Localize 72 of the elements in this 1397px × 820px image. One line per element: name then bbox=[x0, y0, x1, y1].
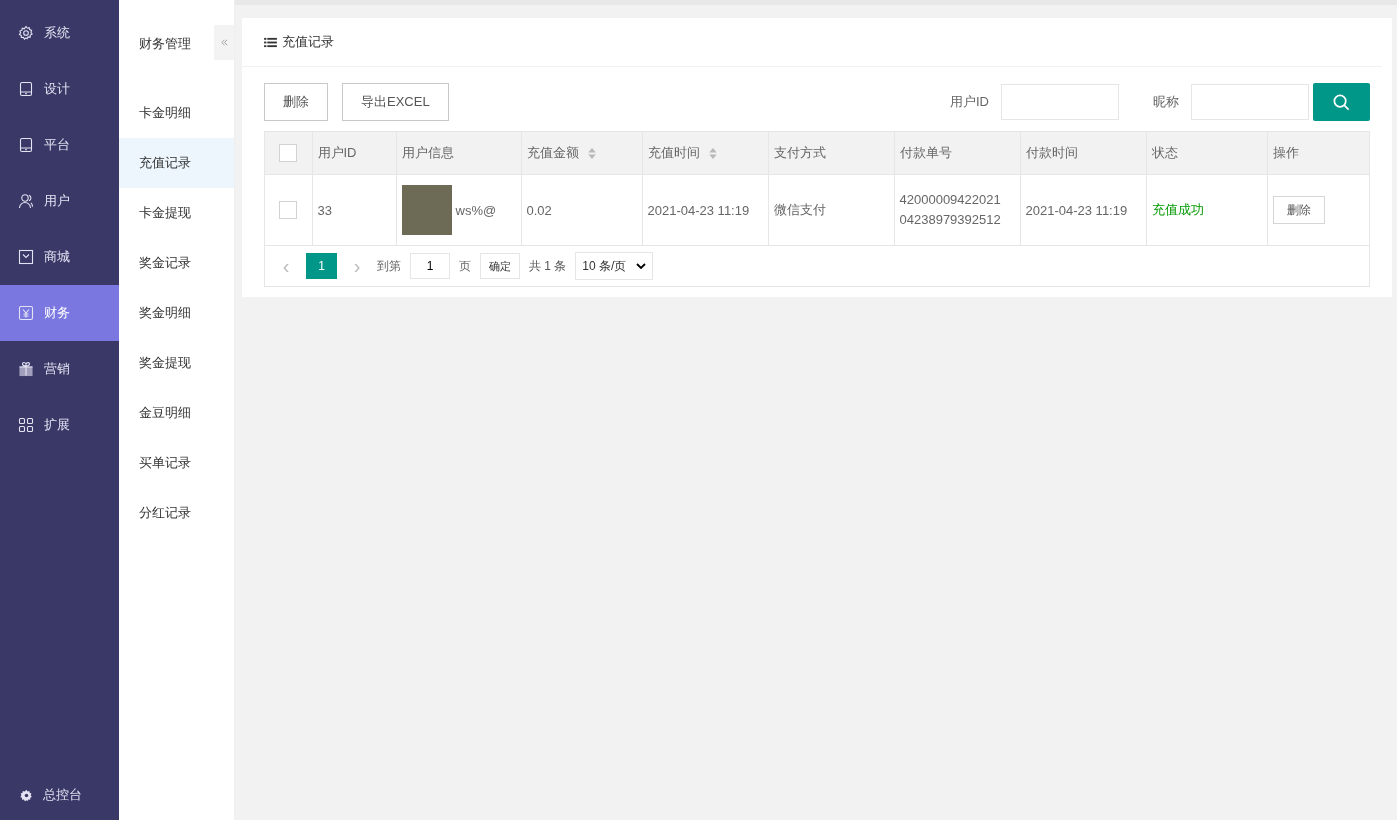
toolbar-button[interactable]: 导出EXCEL bbox=[342, 83, 449, 121]
page-number[interactable]: 1 bbox=[306, 253, 337, 279]
collapse-button[interactable] bbox=[214, 25, 234, 60]
nav-item[interactable]: 财务 bbox=[0, 285, 119, 341]
submenu-item[interactable]: 卡金明细 bbox=[119, 88, 234, 138]
filter-input[interactable] bbox=[1001, 84, 1119, 120]
table-cell: 2021-04-23 11:19 bbox=[1025, 202, 1128, 218]
toolbar-button[interactable]: 删除 bbox=[264, 83, 328, 121]
submenu-item[interactable]: 充值记录 bbox=[119, 138, 234, 188]
delete-button[interactable]: 删除 bbox=[1272, 196, 1325, 224]
caret-icon bbox=[636, 263, 647, 269]
column-header: 用户ID bbox=[317, 145, 357, 160]
nav-item[interactable]: 设计 bbox=[0, 61, 119, 117]
column-header: 充值时间 bbox=[647, 145, 700, 160]
settings-icon bbox=[20, 788, 33, 802]
nav-item[interactable]: 商城 bbox=[0, 229, 119, 285]
user-icon bbox=[18, 193, 34, 209]
column-header: 支付方式 bbox=[773, 145, 826, 160]
nav-item[interactable]: 平台 bbox=[0, 117, 119, 173]
tablet-icon bbox=[18, 137, 34, 153]
select-all-checkbox[interactable] bbox=[279, 144, 298, 162]
submenu-item[interactable]: 奖金记录 bbox=[119, 238, 234, 288]
table-cell: ws%@ bbox=[455, 202, 497, 218]
total-count: 共 1 条 bbox=[529, 257, 567, 275]
double-chevron-icon bbox=[219, 38, 229, 47]
yen-icon bbox=[18, 305, 34, 321]
filter-label: 昵称 bbox=[1153, 93, 1179, 111]
row-checkbox[interactable] bbox=[279, 201, 298, 219]
table-cell: 微信支付 bbox=[773, 202, 826, 217]
status-text: 充值成功 bbox=[1151, 202, 1204, 217]
submenu-title: 财务管理 bbox=[138, 35, 192, 53]
nav-item[interactable]: 用户 bbox=[0, 173, 119, 229]
submenu-item[interactable]: 买单记录 bbox=[119, 438, 234, 488]
table-cell-text: 04238979392512 bbox=[899, 211, 1002, 229]
table-cell: 2021-04-23 11:19 bbox=[647, 202, 750, 218]
search-icon bbox=[1332, 92, 1351, 112]
settings-icon bbox=[18, 25, 34, 41]
submenu-item[interactable]: 卡金提现 bbox=[119, 188, 234, 238]
column-header: 状态 bbox=[1151, 145, 1178, 160]
page-unit-label: 页 bbox=[459, 257, 471, 275]
submenu-item[interactable]: 金豆明细 bbox=[119, 388, 234, 438]
filter-label: 用户ID bbox=[950, 93, 989, 111]
nav-item[interactable]: 营销 bbox=[0, 341, 119, 397]
confirm-button[interactable]: 确定 bbox=[480, 253, 520, 279]
table-cell-text: 42000009422021 bbox=[899, 191, 1002, 209]
list-icon bbox=[264, 36, 277, 48]
column-header: 付款时间 bbox=[1025, 145, 1078, 160]
table-cell: 33 bbox=[317, 202, 332, 218]
page-size-select[interactable]: 10 条/页 bbox=[575, 252, 654, 280]
nav-item[interactable]: 扩展 bbox=[0, 397, 119, 453]
gift-icon bbox=[18, 361, 34, 377]
nav-item[interactable]: 系统 bbox=[0, 5, 119, 61]
sort-icon[interactable] bbox=[707, 146, 718, 160]
page-input[interactable]: 1 bbox=[410, 253, 450, 279]
goto-label: 到第 bbox=[377, 257, 401, 275]
column-header: 付款单号 bbox=[899, 145, 952, 160]
column-header: 操作 bbox=[1272, 145, 1299, 160]
tablet-icon bbox=[18, 81, 34, 97]
nav-item[interactable]: 总控台 bbox=[0, 770, 119, 820]
avatar-placeholder bbox=[401, 185, 452, 235]
grid-icon bbox=[18, 417, 34, 433]
table-cell: 0.02 bbox=[526, 202, 552, 218]
bag-icon bbox=[18, 249, 34, 265]
column-header: 充值金额 bbox=[526, 145, 579, 160]
filter-input[interactable] bbox=[1191, 84, 1309, 120]
column-header: 用户信息 bbox=[401, 145, 454, 160]
submenu-item[interactable]: 分红记录 bbox=[119, 488, 234, 538]
submenu-item[interactable]: 奖金明细 bbox=[119, 288, 234, 338]
submenu-item[interactable]: 奖金提现 bbox=[119, 338, 234, 388]
sort-icon[interactable] bbox=[586, 146, 597, 160]
search-button[interactable] bbox=[1313, 83, 1370, 121]
card-title: 充值记录 bbox=[282, 33, 334, 51]
